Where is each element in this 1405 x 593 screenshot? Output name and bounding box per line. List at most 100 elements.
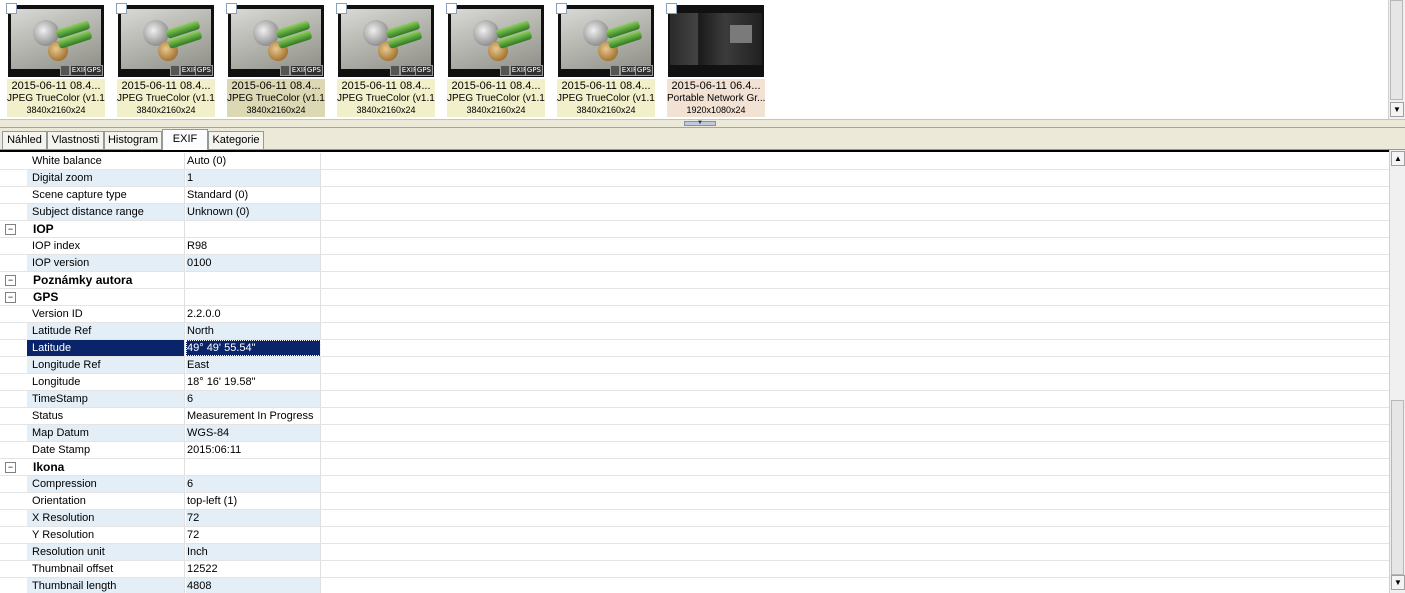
thumbnail-image[interactable]: EXIF GPS [8, 5, 104, 77]
thumbnail-checkbox[interactable] [116, 3, 127, 14]
property-row[interactable]: Map Datum WGS-84 [0, 425, 1389, 442]
property-row[interactable]: Orientation top-left (1) [0, 493, 1389, 510]
property-row[interactable]: Version ID 2.2.0.0 [0, 306, 1389, 323]
row-gutter[interactable]: − [0, 221, 27, 237]
thumbnail-item[interactable]: 2015-06-11 06.4... Portable Network Gr...… [663, 2, 769, 118]
property-row[interactable]: Subject distance range Unknown (0) [0, 204, 1389, 221]
panel-splitter[interactable]: ▼ [0, 119, 1405, 128]
thumbnail-caption: 2015-06-11 08.4... JPEG TrueColor (v1.1) 3… [557, 79, 655, 117]
thumbnail-dimensions: 3840x2160x24 [466, 105, 526, 115]
thumbnail-format: Portable Network Gr... [667, 93, 765, 104]
property-row[interactable]: Digital zoom 1 [0, 170, 1389, 187]
collapse-icon[interactable]: − [5, 292, 16, 303]
thumbnail-format: JPEG TrueColor (v1.1) [7, 93, 105, 104]
property-row[interactable]: TimeStamp 6 [0, 391, 1389, 408]
property-row[interactable]: Compression 6 [0, 476, 1389, 493]
row-gutter [0, 187, 27, 203]
property-row[interactable]: Longitude 18° 16' 19.58" [0, 374, 1389, 391]
thumbnail-caption: 2015-06-11 06.4... Portable Network Gr...… [667, 79, 765, 117]
thumbnail-image[interactable]: EXIF GPS [558, 5, 654, 77]
thumbnail-item[interactable]: EXIF GPS 2015-06-11 08.4... JPEG TrueColor … [553, 2, 659, 118]
thumbnail-strip[interactable]: EXIF GPS 2015-06-11 08.4... JPEG TrueColor … [0, 0, 1388, 119]
category-row[interactable]: − Poznámky autora [0, 272, 1389, 289]
tab-exif[interactable]: EXIF [162, 129, 208, 150]
grid-scroll-up-button[interactable]: ▲ [1391, 151, 1405, 166]
thumbnail-date: 2015-06-11 08.4... [341, 80, 431, 92]
thumbnail-item[interactable]: EXIF GPS 2015-06-11 08.4... JPEG TrueColor … [3, 2, 109, 118]
property-row[interactable]: White balance Auto (0) [0, 153, 1389, 170]
exif-grid-scrollbar[interactable]: ▲ ▼ [1389, 150, 1405, 593]
property-name: Resolution unit [27, 544, 185, 560]
thumbnail-checkbox[interactable] [226, 3, 237, 14]
collapse-icon[interactable]: − [5, 462, 16, 473]
row-gutter [0, 357, 27, 373]
gps-badge: GPS [194, 65, 213, 76]
row-gutter [0, 170, 27, 186]
property-row[interactable]: Date Stamp 2015:06:11 [0, 442, 1389, 459]
thumbnail-checkbox[interactable] [556, 3, 567, 14]
grid-scrollbar-thumb[interactable] [1391, 400, 1404, 575]
thumbnail-image[interactable]: EXIF GPS [448, 5, 544, 77]
thumbnail-image[interactable]: EXIF GPS [228, 5, 324, 77]
thumbnail-caption: 2015-06-11 08.4... JPEG TrueColor (v1.1) 3… [337, 79, 435, 117]
preview-badge-icon [170, 65, 180, 76]
tab-kategorie[interactable]: Kategorie [208, 131, 264, 149]
property-row[interactable]: Scene capture type Standard (0) [0, 187, 1389, 204]
tab-vlastnosti[interactable]: Vlastnosti [47, 131, 104, 149]
row-gutter [0, 340, 27, 356]
thumbnail-date: 2015-06-11 06.4... [671, 80, 761, 92]
property-row[interactable]: Resolution unit Inch [0, 544, 1389, 561]
property-name: Thumbnail length [27, 578, 185, 593]
row-gutter [0, 544, 27, 560]
thumbnail-item[interactable]: EXIF GPS 2015-06-11 08.4... JPEG TrueColor … [113, 2, 219, 118]
property-row[interactable]: X Resolution 72 [0, 510, 1389, 527]
property-value: Standard (0) [186, 187, 321, 203]
thumbnail-scrollbar-thumb[interactable] [1390, 0, 1403, 100]
collapse-icon[interactable]: − [5, 275, 16, 286]
tab-nahled[interactable]: Náhled [2, 131, 47, 149]
thumbnail-caption: 2015-06-11 08.4... JPEG TrueColor (v1.1) 3… [7, 79, 105, 117]
property-row[interactable]: IOP version 0100 [0, 255, 1389, 272]
thumbnail-checkbox[interactable] [336, 3, 347, 14]
property-value: East [186, 357, 321, 373]
preview-badge-icon [610, 65, 620, 76]
row-gutter[interactable]: − [0, 289, 27, 305]
thumbnail-checkbox[interactable] [6, 3, 17, 14]
property-row[interactable]: IOP index R98 [0, 238, 1389, 255]
thumbnail-checkbox[interactable] [666, 3, 677, 14]
thumbnail-image[interactable]: EXIF GPS [118, 5, 214, 77]
thumbnail-item[interactable]: EXIF GPS 2015-06-11 08.4... JPEG TrueColor … [443, 2, 549, 118]
thumbnail-item[interactable]: EXIF GPS 2015-06-11 08.4... JPEG TrueColor … [333, 2, 439, 118]
row-gutter [0, 391, 27, 407]
thumbnail-format: JPEG TrueColor (v1.1) [447, 93, 545, 104]
property-row[interactable]: Status Measurement In Progress [0, 408, 1389, 425]
row-gutter[interactable]: − [0, 459, 27, 475]
splitter-grip[interactable]: ▼ [684, 120, 716, 126]
thumbnail-image[interactable] [668, 5, 764, 77]
property-name: Date Stamp [27, 442, 185, 458]
thumbnail-scrollbar[interactable]: ▼ [1388, 0, 1405, 119]
thumbnail-item[interactable]: EXIF GPS 2015-06-11 08.4... JPEG TrueColor … [223, 2, 329, 118]
thumbnail-checkbox[interactable] [446, 3, 457, 14]
grid-scroll-down-button[interactable]: ▼ [1391, 575, 1405, 590]
property-name: IOP index [27, 238, 185, 254]
property-value [186, 459, 321, 475]
category-name: Ikona [27, 459, 185, 475]
category-row[interactable]: − Ikona [0, 459, 1389, 476]
property-row[interactable]: Thumbnail offset 12522 [0, 561, 1389, 578]
property-row[interactable]: Thumbnail length 4808 [0, 578, 1389, 593]
collapse-icon[interactable]: − [5, 224, 16, 235]
property-row[interactable]: Y Resolution 72 [0, 527, 1389, 544]
tab-histogram[interactable]: Histogram [104, 131, 162, 149]
category-row[interactable]: − IOP [0, 221, 1389, 238]
thumbnail-format: JPEG TrueColor (v1.1) [557, 93, 655, 104]
property-name: Longitude [27, 374, 185, 390]
exif-property-grid[interactable]: White balance Auto (0) Digital zoom 1 Scene … [0, 150, 1389, 593]
thumbnail-scroll-down-button[interactable]: ▼ [1390, 102, 1404, 117]
row-gutter[interactable]: − [0, 272, 27, 288]
thumbnail-image[interactable]: EXIF GPS [338, 5, 434, 77]
property-row[interactable]: Latitude 49° 49' 55.54" [0, 340, 1389, 357]
property-row[interactable]: Longitude Ref East [0, 357, 1389, 374]
property-row[interactable]: Latitude Ref North [0, 323, 1389, 340]
category-row[interactable]: − GPS [0, 289, 1389, 306]
